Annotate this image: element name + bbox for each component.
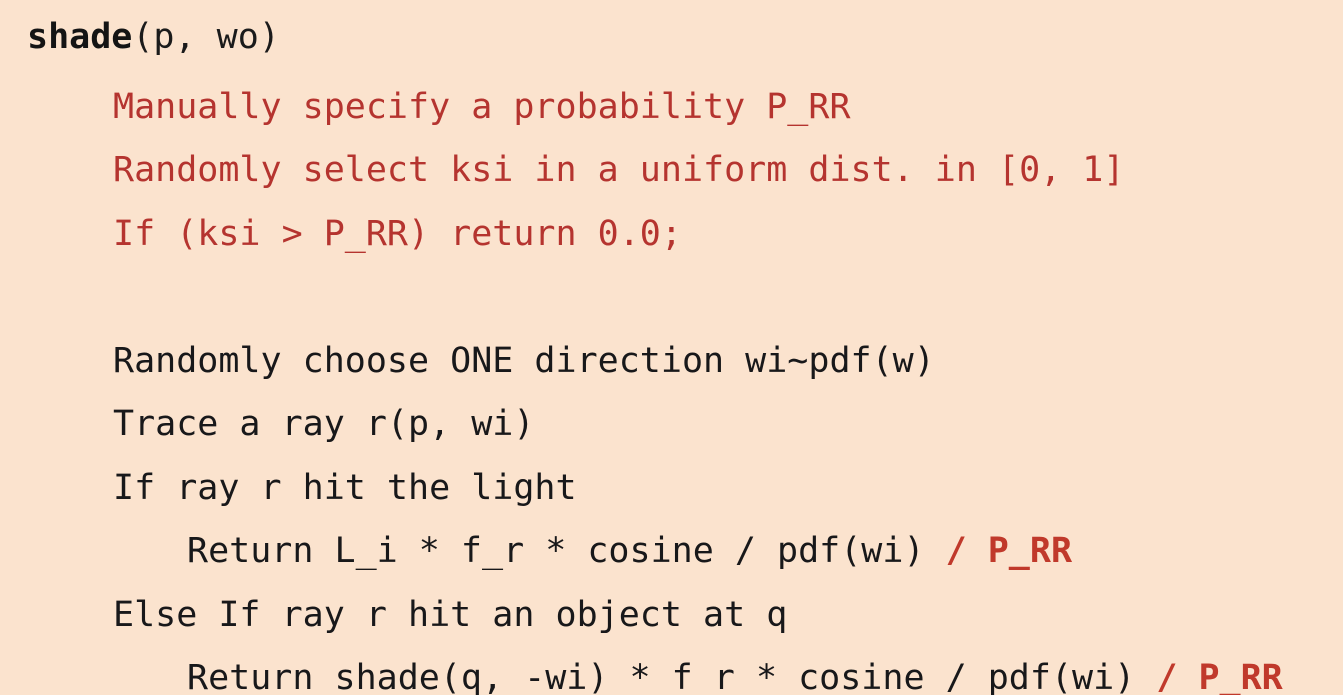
body-line-3: If ray r hit the light [113,467,577,508]
pseudocode-block: shade(p, wo) Manually specify a probabil… [0,0,1343,695]
body-line-1: Randomly choose ONE direction wi~pdf(w) [113,340,935,381]
return-object-line: Return shade(q, -wi) * f_r * cosine / pd… [0,647,1343,695]
body-line-2: Trace a ray r(p, wi) [113,404,535,444]
return-object-prr-emphasis: / P_RR [1156,658,1283,695]
function-arguments: (p, wo) [132,17,280,57]
return-light-line: Return L_i * f_r * cosine / pdf(wi) / P_… [0,520,1343,584]
return-object-expression: Return shade(q, -wi) * f_r * cosine / pd… [187,658,1157,695]
preamble-line-2: Randomly select ksi in a uniform dist. i… [113,150,1125,190]
function-signature-line: shade(p, wo) [0,0,1343,76]
return-light-expression: Return L_i * f_r * cosine / pdf(wi) [187,531,946,571]
pseudocode-slide: shade(p, wo) Manually specify a probabil… [0,0,1343,695]
function-name: shade [27,17,133,57]
return-light-prr-emphasis: / P_RR [945,531,1073,571]
else-if-line: Else If ray r hit an object at q [113,594,788,635]
preamble-line-3: If (ksi > P_RR) return 0.0; [113,213,682,254]
preamble-line-1: Manually specify a probability P_RR [113,86,851,127]
